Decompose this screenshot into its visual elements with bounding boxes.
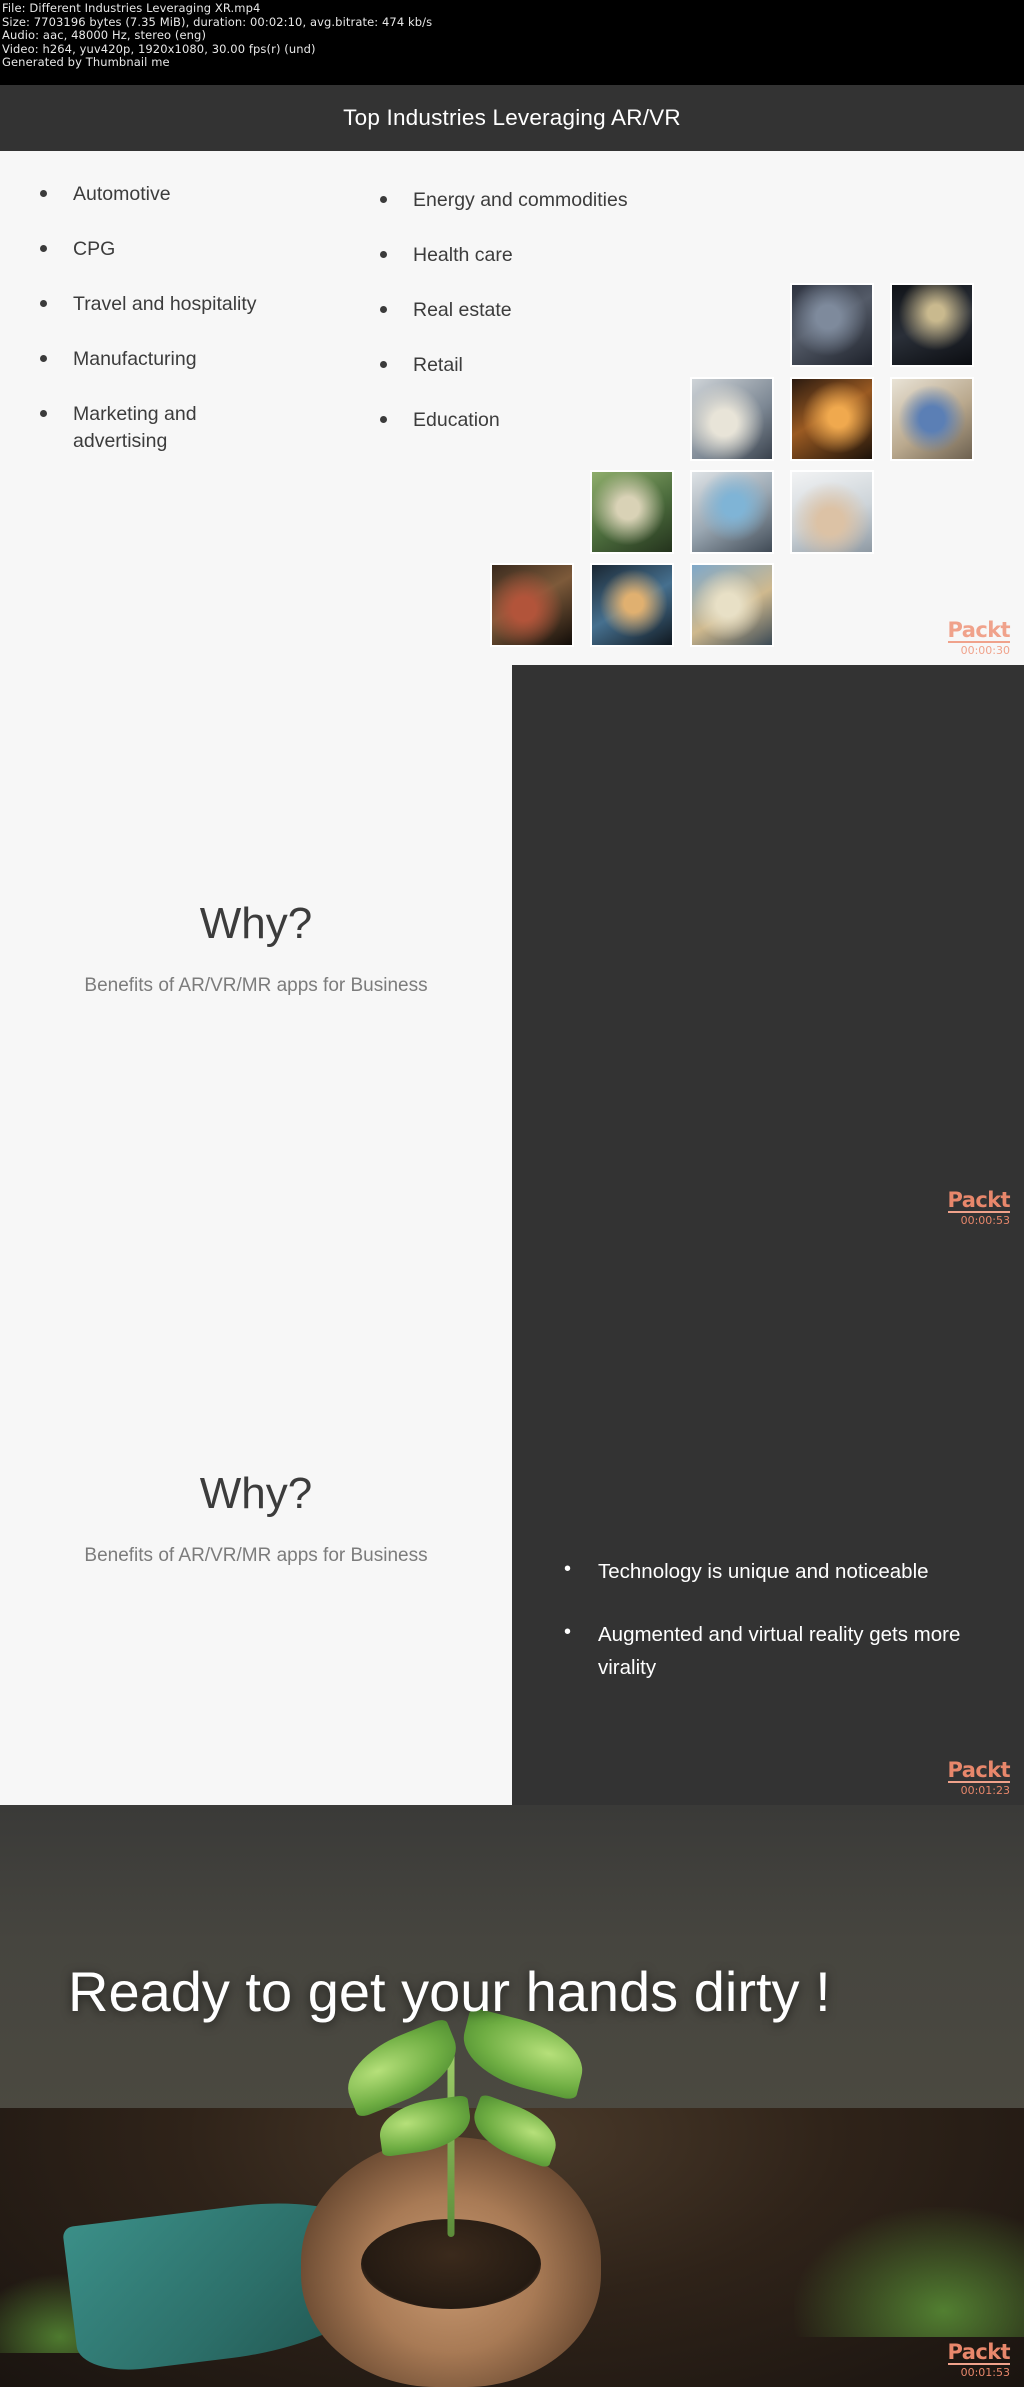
list-item: Real estate (380, 297, 628, 324)
bullet-dot-icon (40, 355, 47, 362)
collage-photo (590, 563, 674, 647)
bullet-dot-icon (380, 306, 387, 313)
thumbnail-timestamp: 00:00:53 (960, 1214, 1010, 1227)
bullet-dot-icon (380, 416, 387, 423)
video-metadata-header: File: Different Industries Leveraging XR… (0, 0, 1024, 85)
packt-watermark: Packt 00:00:53 (947, 1188, 1011, 1227)
slide-thumbnail-2[interactable]: Why? Benefits of AR/VR/MR apps for Busin… (0, 665, 1024, 1235)
bullet-dot-icon: • (564, 1558, 572, 1580)
bullet-label: Education (413, 409, 500, 431)
slide1-bullet-column-right: Energy and commodities Health care Real … (380, 187, 628, 462)
bullet-label: Marketing and advertising (73, 403, 197, 452)
slide2-subheading: Benefits of AR/VR/MR apps for Business (84, 975, 428, 996)
packt-watermark: Packt 00:01:53 (947, 2340, 1011, 2379)
collage-photo (790, 377, 874, 461)
bullet-dot-icon (380, 361, 387, 368)
bullet-dot-icon (380, 251, 387, 258)
collage-photo (590, 470, 674, 554)
list-item: Automotive (40, 181, 257, 208)
packt-logo: Packt (947, 1758, 1011, 1783)
slide-thumbnail-4[interactable]: Ready to get your hands dirty ! Packt 00… (0, 1805, 1024, 2387)
slide2-right-panel (512, 665, 1024, 1235)
bullet-dot-icon (380, 196, 387, 203)
thumbnail-timestamp: 00:00:30 (960, 644, 1010, 657)
slide3-subheading: Benefits of AR/VR/MR apps for Business (84, 1545, 428, 1566)
bullet-label: Real estate (413, 299, 512, 321)
slide2-left-panel: Why? Benefits of AR/VR/MR apps for Busin… (0, 665, 512, 1235)
bullet-label: Retail (413, 354, 463, 376)
packt-logo: Packt (947, 1188, 1011, 1213)
slide3-bullet-list: • Technology is unique and noticeable • … (564, 1555, 984, 1714)
collage-photo (690, 470, 774, 554)
slide3-heading: Why? (199, 1469, 313, 1518)
list-item: • Technology is unique and noticeable (564, 1555, 984, 1588)
collage-photo (790, 470, 874, 554)
list-item: Travel and hospitality (40, 291, 257, 318)
collage-photo (690, 563, 774, 647)
collage-photo (490, 563, 574, 647)
list-item: Education (380, 407, 628, 434)
bullet-dot-icon: • (564, 1621, 572, 1643)
list-item: CPG (40, 236, 257, 263)
thumbnail-timestamp: 00:01:23 (960, 1784, 1010, 1797)
slide4-heading: Ready to get your hands dirty ! (68, 1960, 831, 2023)
list-item: Health care (380, 242, 628, 269)
bullet-dot-icon (40, 300, 47, 307)
slide1-title-bar: Top Industries Leveraging AR/VR (0, 85, 1024, 151)
list-item: Marketing and advertising (40, 401, 257, 455)
collage-photo (890, 283, 974, 367)
meta-size-line: Size: 7703196 bytes (7.35 MiB), duration… (2, 14, 433, 29)
bullet-label: Automotive (73, 183, 171, 205)
slide2-heading: Why? (199, 899, 313, 948)
bullet-dot-icon (40, 245, 47, 252)
bullet-label: Technology is unique and noticeable (598, 1560, 929, 1583)
slide3-left-panel: Why? Benefits of AR/VR/MR apps for Busin… (0, 1235, 512, 1805)
packt-logo: Packt (947, 618, 1011, 643)
bullet-label: Health care (413, 244, 513, 266)
slide1-bullet-column-left: Automotive CPG Travel and hospitality Ma… (40, 181, 257, 483)
meta-audio-line: Audio: aac, 48000 Hz, stereo (eng) (2, 28, 207, 43)
bullet-label: CPG (73, 238, 116, 260)
packt-watermark: Packt 00:00:30 (947, 618, 1011, 657)
slide-thumbnail-1[interactable]: Top Industries Leveraging AR/VR Automoti… (0, 85, 1024, 665)
slide-thumbnail-3[interactable]: Why? Benefits of AR/VR/MR apps for Busin… (0, 1235, 1024, 1805)
meta-generator-line: Generated by Thumbnail me (2, 55, 170, 70)
meta-video-line: Video: h264, yuv420p, 1920x1080, 30.00 f… (2, 41, 316, 56)
bullet-label: Travel and hospitality (73, 293, 257, 315)
bullet-label: Augmented and virtual reality gets more … (598, 1623, 961, 1679)
thumbnail-contact-sheet: File: Different Industries Leveraging XR… (0, 0, 1024, 2387)
collage-photo (890, 377, 974, 461)
list-item: Retail (380, 352, 628, 379)
bullet-label: Manufacturing (73, 348, 197, 370)
list-item: • Augmented and virtual reality gets mor… (564, 1618, 984, 1684)
slide1-title: Top Industries Leveraging AR/VR (343, 105, 681, 130)
list-item: Energy and commodities (380, 187, 628, 214)
bullet-dot-icon (40, 410, 47, 417)
thumbnail-timestamp: 00:01:53 (960, 2366, 1010, 2379)
slide4-background-photo (0, 1805, 1024, 2387)
collage-photo (790, 283, 874, 367)
bullet-dot-icon (40, 190, 47, 197)
list-item: Manufacturing (40, 346, 257, 373)
packt-logo: Packt (947, 2340, 1011, 2365)
collage-photo (690, 377, 774, 461)
slide3-right-panel: • Technology is unique and noticeable • … (512, 1235, 1024, 1805)
meta-file-line: File: Different Industries Leveraging XR… (2, 1, 261, 15)
bullet-label: Energy and commodities (413, 189, 628, 211)
packt-watermark: Packt 00:01:23 (947, 1758, 1011, 1797)
